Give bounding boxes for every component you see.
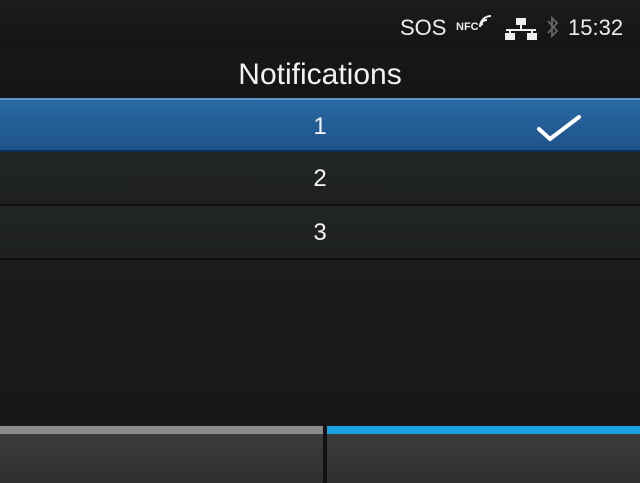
page-title: Notifications bbox=[238, 58, 402, 91]
list-item-3[interactable]: 3 bbox=[0, 206, 640, 260]
list-item-1[interactable]: 1 bbox=[0, 98, 640, 152]
softkey-bar bbox=[0, 426, 640, 483]
bluetooth-icon bbox=[547, 15, 559, 39]
checkmark-icon bbox=[537, 115, 581, 141]
clock-time: 15:32 bbox=[568, 15, 624, 40]
title-bar: Notifications bbox=[0, 48, 640, 102]
empty-list-area bbox=[0, 262, 640, 426]
printer-screen: SOS NFC 15:32 Notifications 1 2 3 bbox=[0, 0, 640, 483]
list-item-label: 3 bbox=[313, 219, 327, 246]
status-bar: SOS NFC 15:32 bbox=[0, 0, 640, 48]
lan-network-icon bbox=[505, 18, 537, 40]
list-item-2[interactable]: 2 bbox=[0, 152, 640, 206]
list-item-label: 2 bbox=[313, 165, 327, 192]
notifications-list: 1 2 3 bbox=[0, 98, 640, 260]
nfc-indicator: NFC bbox=[456, 21, 479, 33]
nfc-signal-icon bbox=[479, 15, 492, 28]
left-softkey-button[interactable] bbox=[0, 426, 323, 483]
sos-indicator: SOS bbox=[400, 15, 447, 40]
confirm-softkey-button[interactable] bbox=[327, 426, 640, 483]
